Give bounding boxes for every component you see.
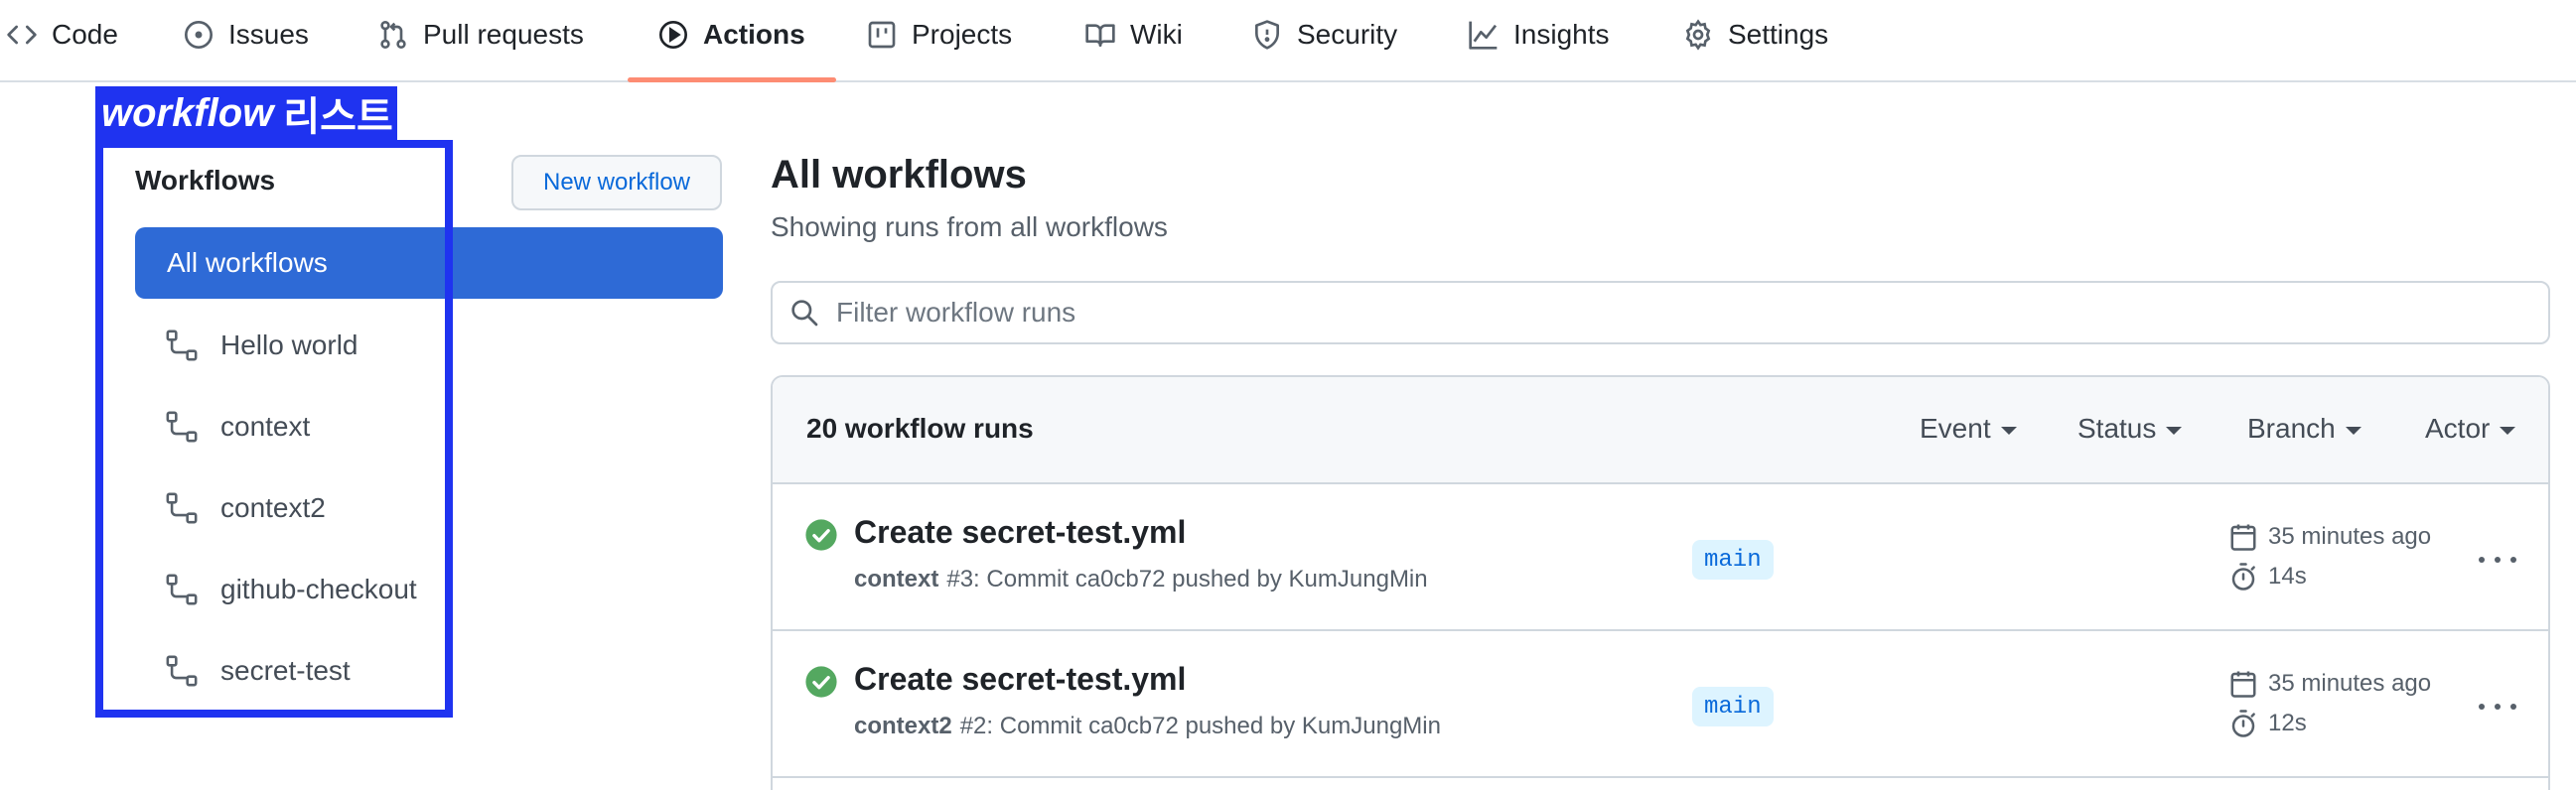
tab-label: Security [1297, 19, 1398, 50]
graph-icon [1469, 21, 1498, 50]
caret-down-icon [2000, 427, 2017, 435]
sidebar-item-label: context2 [220, 492, 326, 523]
kebab-menu-icon[interactable] [2473, 540, 2522, 580]
active-tab-underline [628, 77, 836, 82]
sidebar-item-workflow[interactable]: secret-test [165, 646, 351, 696]
workflow-icon [166, 329, 198, 361]
run-meta: context2 #2: Commit ca0cb72 pushed by Kum… [854, 713, 1441, 740]
tab-label: Actions [703, 19, 805, 50]
new-workflow-button[interactable]: New workflow [511, 155, 722, 210]
workflow-icon [166, 574, 198, 605]
sidebar-item-label: context [220, 411, 311, 442]
issue-opened-icon [185, 21, 213, 49]
workflow-run-row[interactable]: Create secret-test.yml context2 #2: Commi… [773, 631, 2548, 778]
sidebar-title: Workflows [135, 165, 276, 196]
page-subtitle: Showing runs from all workflows [771, 211, 1168, 242]
check-circle-icon [805, 666, 837, 698]
workflow-runs-list: 20 workflow runs Event Status Branch Act… [771, 375, 2550, 790]
tab-label: Issues [228, 19, 309, 50]
workflow-icon [166, 655, 198, 687]
repo-nav: Code Issues Pull requests Actions Projec… [0, 0, 2576, 82]
duration-text: 12s [2268, 710, 2307, 736]
run-meta: context #3: Commit ca0cb72 pushed by KumJ… [854, 566, 1428, 593]
check-circle-icon [805, 519, 837, 551]
run-time-ago: 35 minutes ago [2228, 522, 2431, 552]
filter-label: Event [1920, 413, 1991, 444]
filter-label: Actor [2425, 413, 2491, 444]
run-detail: #2: Commit ca0cb72 pushed by KumJungMin [959, 713, 1441, 739]
annotation-label-en: workflow [101, 90, 274, 135]
tab-issues[interactable]: Issues [183, 0, 309, 69]
run-duration: 12s [2228, 709, 2307, 738]
sidebar-item-label: secret-test [220, 655, 351, 686]
stopwatch-icon [2231, 563, 2255, 591]
tab-code[interactable]: Code [6, 0, 118, 69]
filter-label: Status [2077, 413, 2157, 444]
git-pull-request-icon [380, 21, 406, 49]
sidebar-item-workflow[interactable]: context [165, 402, 310, 452]
code-icon [7, 25, 37, 45]
sidebar-item-label: github-checkout [220, 574, 417, 604]
tab-label: Insights [1513, 19, 1610, 50]
time-ago-text: 35 minutes ago [2268, 670, 2432, 697]
filter-workflow-runs-input[interactable] [836, 297, 2425, 329]
tab-pull-requests[interactable]: Pull requests [377, 0, 584, 69]
sidebar-item-workflow[interactable]: context2 [165, 483, 326, 533]
run-workflow-name: context2 [854, 713, 952, 739]
tab-label: Code [52, 19, 118, 50]
event-filter-dropdown[interactable]: Event [1920, 413, 2017, 445]
book-icon [1085, 24, 1115, 47]
calendar-icon [2230, 524, 2256, 551]
search-icon [791, 300, 818, 327]
kebab-menu-icon[interactable] [2473, 687, 2522, 726]
shield-icon [1255, 20, 1279, 50]
caret-down-icon [2345, 427, 2361, 435]
branch-filter-dropdown[interactable]: Branch [2247, 413, 2361, 445]
calendar-icon [2230, 671, 2256, 698]
run-detail: #3: Commit ca0cb72 pushed by KumJungMin [946, 566, 1428, 592]
tab-label: Settings [1728, 19, 1829, 50]
caret-down-icon [2166, 427, 2183, 435]
run-duration: 14s [2228, 562, 2307, 592]
caret-down-icon [2500, 427, 2516, 435]
run-title-link[interactable]: Create secret-test.yml [854, 661, 1186, 698]
time-ago-text: 35 minutes ago [2268, 523, 2432, 550]
tab-insights[interactable]: Insights [1468, 0, 1610, 69]
runs-count: 20 workflow runs [806, 413, 1034, 444]
table-icon [868, 21, 896, 49]
run-time-ago: 35 minutes ago [2228, 669, 2431, 699]
sidebar-item-all-workflows[interactable]: All workflows [135, 227, 723, 299]
filter-box [771, 281, 2550, 344]
stopwatch-icon [2231, 710, 2255, 737]
gear-icon [1685, 19, 1711, 51]
branch-badge[interactable]: main [1692, 540, 1774, 580]
tab-settings[interactable]: Settings [1682, 0, 1828, 69]
sidebar-item-label: Hello world [220, 329, 358, 360]
sidebar-item-workflow[interactable]: github-checkout [165, 565, 417, 614]
branch-badge[interactable]: main [1692, 687, 1774, 726]
run-workflow-name: context [854, 566, 939, 592]
workflow-icon [166, 492, 198, 524]
tab-security[interactable]: Security [1251, 0, 1397, 69]
status-filter-dropdown[interactable]: Status [2077, 413, 2183, 445]
sidebar-item-workflow[interactable]: Hello world [165, 321, 358, 370]
tab-wiki[interactable]: Wiki [1084, 0, 1183, 69]
duration-text: 14s [2268, 563, 2307, 590]
tab-projects[interactable]: Projects [866, 0, 1012, 69]
actor-filter-dropdown[interactable]: Actor [2425, 413, 2516, 445]
tab-label: Projects [912, 19, 1013, 50]
tab-actions[interactable]: Actions [657, 0, 805, 69]
tab-label: Pull requests [423, 19, 584, 50]
filter-label: Branch [2247, 413, 2336, 444]
run-title-link[interactable]: Create secret-test.yml [854, 514, 1186, 551]
sidebar-item-label: All workflows [167, 247, 328, 278]
tab-label: Wiki [1130, 19, 1183, 50]
play-icon [659, 21, 687, 49]
page-title: All workflows [771, 153, 1027, 197]
runs-header: 20 workflow runs Event Status Branch Act… [773, 377, 2548, 484]
annotation-label-ko: 리스트 [283, 95, 393, 139]
annotation-label: workflow 리스트 [95, 86, 397, 140]
workflow-run-row[interactable]: Create secret-test.yml context #3: Commit… [773, 484, 2548, 631]
workflow-icon [166, 411, 198, 443]
